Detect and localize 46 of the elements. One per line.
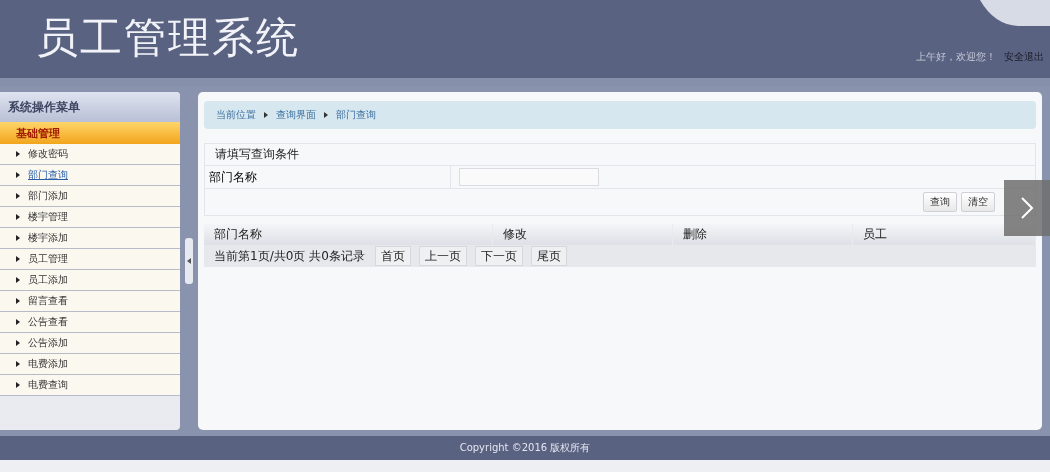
copyright-text: Copyright ©2016 版权所有 (0, 436, 1050, 460)
field-label: 部门名称 (205, 166, 451, 188)
triangle-icon (16, 382, 20, 388)
sidebar-title: 系统操作菜单 (0, 92, 180, 122)
menu-item[interactable]: 员工管理 (0, 249, 180, 270)
pager-button[interactable]: 上一页 (418, 246, 467, 266)
menu-item[interactable]: 公告添加 (0, 333, 180, 354)
input-field[interactable] (459, 168, 599, 186)
menu-item[interactable]: 电费查询 (0, 375, 180, 396)
pager-button[interactable]: 首页 (374, 246, 411, 266)
pager-info: 当前第1页/共0页 共0条记录 (214, 247, 365, 265)
triangle-icon (16, 319, 20, 325)
pager-button[interactable]: 尾页 (530, 246, 567, 266)
triangle-icon (16, 361, 20, 367)
corner-tab-icon (980, 0, 1050, 26)
menu-item[interactable]: 电费添加 (0, 354, 180, 375)
form-button[interactable]: 查询 (923, 192, 957, 212)
breadcrumb-link[interactable]: 查询界面 (276, 108, 316, 122)
menu-item[interactable]: 公告查看 (0, 312, 180, 333)
form-title: 请填写查询条件 (205, 144, 1035, 166)
menu-item[interactable]: 部门添加 (0, 186, 180, 207)
triangle-icon (16, 193, 20, 199)
breadcrumb-link[interactable]: 部门查询 (336, 108, 376, 122)
collapse-handle[interactable] (185, 238, 193, 284)
triangle-icon (264, 112, 268, 118)
menu-item[interactable]: 楼宇添加 (0, 228, 180, 249)
menu-item[interactable]: 部门查询 (0, 165, 180, 186)
menu-item[interactable]: 楼宇管理 (0, 207, 180, 228)
triangle-icon (16, 340, 20, 346)
triangle-icon (324, 112, 328, 118)
triangle-icon (16, 172, 20, 178)
greeting-text: 上午好，欢迎您！ (916, 50, 996, 64)
triangle-icon (16, 298, 20, 304)
triangle-icon (16, 151, 20, 157)
triangle-icon (16, 235, 20, 241)
menu-item[interactable]: 修改密码 (0, 144, 180, 165)
triangle-icon (16, 277, 20, 283)
pager-button[interactable]: 下一页 (474, 246, 523, 266)
triangle-icon (16, 214, 20, 220)
triangle-icon (16, 256, 20, 262)
menu-group[interactable]: 基础管理 (0, 122, 180, 144)
menu-item[interactable]: 留言查看 (0, 291, 180, 312)
form-button[interactable]: 清空 (961, 192, 995, 212)
menu-item[interactable]: 员工添加 (0, 270, 180, 291)
breadcrumb-link[interactable]: 当前位置 (216, 108, 256, 122)
app-title: 员工管理系统 (35, 12, 300, 64)
